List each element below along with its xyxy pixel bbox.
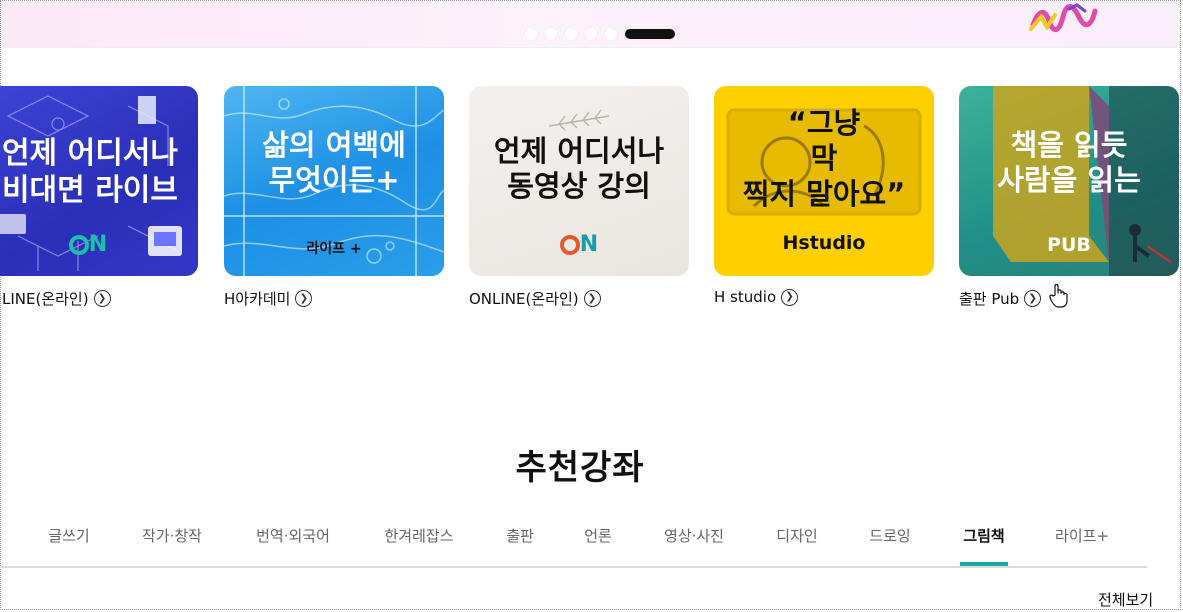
tab-video-photo[interactable]: 영상·사진 (664, 525, 724, 546)
chevron-right-circle-icon[interactable]: ❯ (295, 290, 313, 307)
tab-life-plus[interactable]: 라이프+ (1055, 525, 1109, 546)
card-caption-label: H아카데미 (224, 290, 291, 308)
card-caption-label: ONLINE(온라인) (469, 290, 579, 308)
on-logo-o-icon (559, 235, 580, 255)
hand-pointer-icon (1049, 283, 1068, 308)
card-online-video[interactable]: 언제 어디서나 동영상 강의 N (469, 86, 689, 276)
carousel-dot[interactable] (565, 28, 577, 40)
tab-writing[interactable]: 글쓰기 (48, 525, 89, 546)
tab-publishing[interactable]: 출판 (506, 525, 534, 546)
card-caption-online-live[interactable]: LINE(온라인) ❯ (2, 288, 111, 309)
card-badge: 라이프 + (306, 241, 362, 257)
on-logo-n: N (88, 232, 108, 257)
card-headline: 삶의 여백에 무엇이든+ (262, 128, 406, 198)
tab-design[interactable]: 디자인 (776, 525, 817, 546)
banner-decoration-icon (1029, 3, 1098, 32)
card-caption-label: 출판 Pub (959, 290, 1020, 308)
card-headline: “그냥 막 찍지 말아요” (742, 106, 906, 211)
card-caption-label: LINE(온라인) (2, 290, 89, 308)
tab-drawing[interactable]: 드로잉 (869, 525, 910, 546)
card-caption-h-studio[interactable]: H studio ❯ (714, 288, 799, 306)
card-caption-online-video[interactable]: ONLINE(온라인) ❯ (469, 288, 601, 309)
card-caption-h-academy[interactable]: H아카데미 ❯ (224, 288, 313, 309)
card-pub[interactable]: 책을 읽듯 사람을 읽는 PUB (959, 86, 1179, 276)
card-headline: 언제 어디서나 비대면 라이브 (1, 136, 178, 208)
carousel-dot[interactable] (525, 28, 537, 40)
section-title: 추천강좌 (515, 448, 645, 488)
chevron-right-circle-icon[interactable]: ❯ (1024, 290, 1042, 307)
card-badge: PUB (1047, 234, 1091, 256)
on-logo-o-icon (68, 235, 89, 255)
on-logo: N (469, 232, 689, 257)
on-logo: N (48, 232, 128, 257)
card-h-academy[interactable]: 삶의 여백에 무엇이든+ 라이프 + (224, 86, 444, 276)
card-badge: Hstudio (782, 232, 866, 254)
card-headline: 언제 어디서나 동영상 강의 (493, 134, 665, 204)
carousel-dot[interactable] (585, 28, 597, 40)
active-tab-indicator (960, 562, 1008, 566)
card-online-live[interactable]: 언제 어디서나 비대면 라이브 N (0, 86, 198, 276)
card-caption-label: H studio (714, 288, 777, 306)
tab-picture-book[interactable]: 그림책 (963, 525, 1004, 546)
tab-translation-language[interactable]: 번역·외국어 (256, 525, 330, 546)
tab-hankyoreh-jobs[interactable]: 한겨레잡스 (384, 525, 453, 546)
top-banner[interactable] (1, 1, 1180, 48)
card-headline: 책을 읽듯 사람을 읽는 (997, 128, 1141, 198)
carousel-dot-active[interactable] (625, 29, 675, 39)
tab-journalism[interactable]: 언론 (584, 525, 612, 546)
chevron-right-circle-icon[interactable]: ❯ (781, 288, 799, 306)
view-all-link[interactable]: 전체보기 (1098, 589, 1153, 610)
tab-author-creation[interactable]: 작가·창작 (142, 525, 202, 546)
carousel-indicators (525, 28, 675, 40)
chevron-right-circle-icon[interactable]: ❯ (583, 290, 601, 307)
carousel-dot[interactable] (545, 28, 557, 40)
card-h-studio[interactable]: “그냥 막 찍지 말아요” Hstudio (714, 86, 934, 276)
category-tabs: 글쓰기 작가·창작 번역·외국어 한겨레잡스 출판 언론 영상·사진 디자인 드… (0, 522, 1147, 568)
on-logo-n: N (579, 232, 599, 257)
chevron-right-circle-icon[interactable]: ❯ (93, 290, 111, 307)
carousel-dot[interactable] (605, 28, 617, 40)
card-caption-pub[interactable]: 출판 Pub ❯ (959, 288, 1042, 309)
